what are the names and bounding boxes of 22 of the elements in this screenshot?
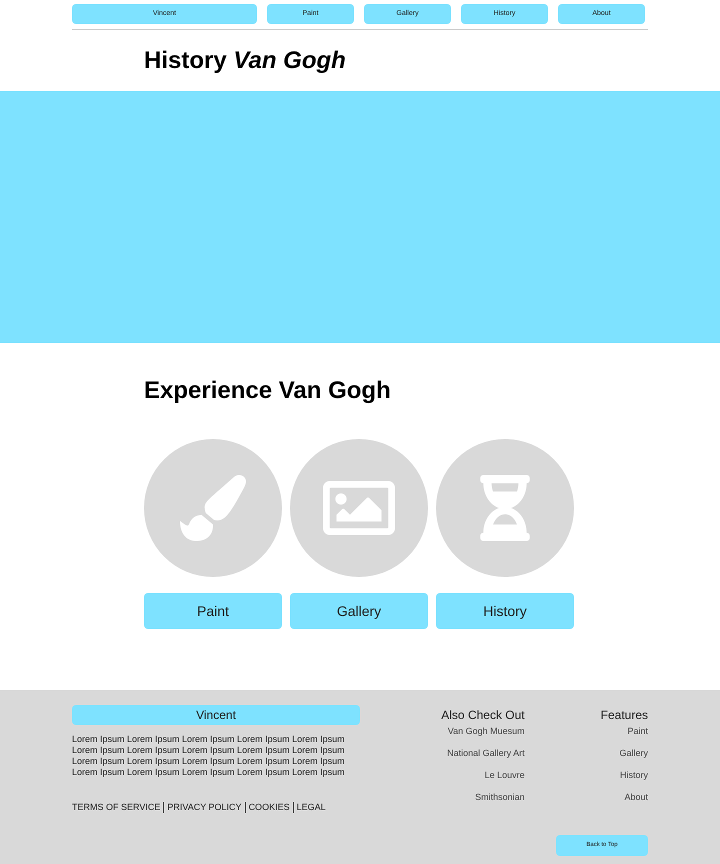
- legal-link[interactable]: LEGAL: [296, 801, 326, 814]
- footer-paragraph: Lorem Ipsum Lorem Ipsum Lorem Ipsum Lorem Ipsum Lorem Ipsum Lorem Ipsum Lorem Ipsum Lorem Ipsum Lorem Ipsum Lorem Ipsum Lorem Ipsum Lorem Ipsum Lorem Ipsum Lorem Ipsum Lorem Ipsum Lorem Ipsum Lorem Ipsum Lorem Ipsum Lorem Ipsum Lorem Ipsum: [72, 734, 346, 778]
- section-title: Experience Van Gogh: [144, 379, 392, 406]
- card-button[interactable]: History: [436, 593, 574, 629]
- page-title: History Van Gogh: [144, 48, 346, 72]
- footer-link[interactable]: Paint: [627, 725, 648, 737]
- card-button[interactable]: Gallery: [290, 593, 428, 629]
- footer-link[interactable]: Gallery: [619, 747, 648, 759]
- footer-link[interactable]: Smithsonian: [475, 791, 525, 803]
- footer-heading: Also Check Out: [441, 707, 525, 724]
- footer-link[interactable]: Le Louvre: [484, 769, 525, 781]
- legal-link[interactable]: COOKIES: [248, 801, 290, 814]
- footer-heading: Features: [600, 707, 648, 724]
- paintbrush-icon: [180, 475, 246, 541]
- legal-link[interactable]: PRIVACY POLICY: [167, 801, 242, 814]
- card-button[interactable]: Paint: [144, 593, 282, 629]
- legal-link[interactable]: TERMS OF SERVICE: [72, 801, 160, 814]
- footer-link[interactable]: National Gallery Art: [447, 747, 525, 759]
- footer-link[interactable]: Van Gogh Muesum: [448, 725, 525, 737]
- footer-link[interactable]: History: [620, 769, 648, 781]
- footer-link[interactable]: About: [624, 791, 648, 803]
- footer-brand: Vincent: [72, 705, 360, 725]
